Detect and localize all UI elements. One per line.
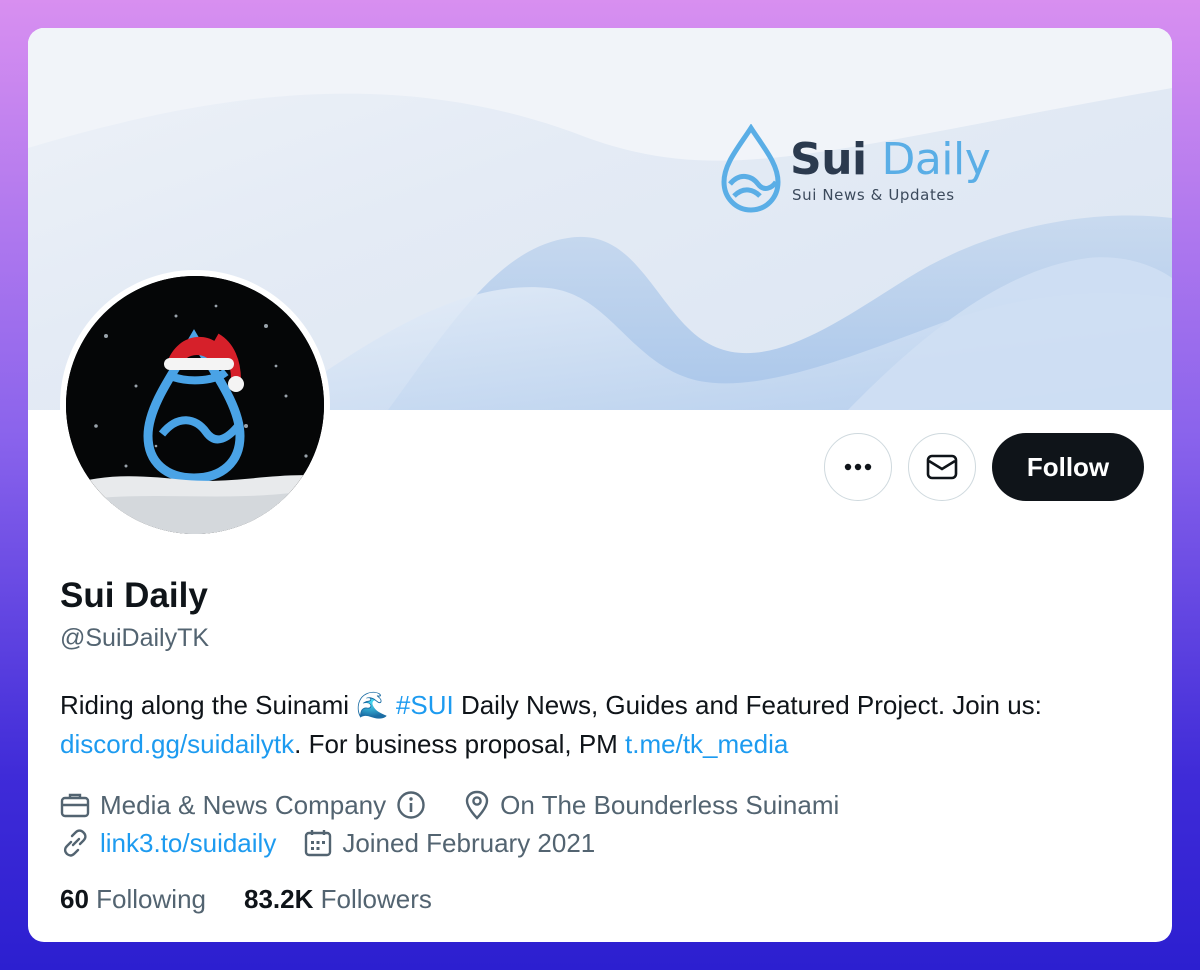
profile-meta: Media & News Company On The Bounderless …: [60, 786, 867, 862]
followers-label: Followers: [320, 884, 432, 914]
profile-name: Sui Daily: [60, 576, 208, 615]
profile-join-date: Joined February 2021: [304, 828, 595, 859]
envelope-icon: [926, 454, 958, 480]
follow-button[interactable]: Follow: [992, 433, 1144, 501]
followers-count: 83.2K: [243, 884, 314, 914]
profile-location: On The Bounderless Suinami: [464, 790, 839, 821]
sui-drop-logo-icon: [721, 124, 781, 213]
website-link[interactable]: link3.to/suidaily: [100, 828, 276, 859]
bio-text: Daily News, Guides and Featured Project.…: [453, 690, 1042, 720]
location-pin-icon: [465, 790, 489, 820]
brand-title-word-1: Sui: [790, 134, 867, 185]
bio-hashtag-link[interactable]: #SUI: [396, 690, 454, 720]
profile-avatar[interactable]: [60, 270, 330, 540]
avatar-image: [66, 276, 324, 534]
profile-handle: @SuiDailyTK: [60, 624, 210, 652]
brand-title-word-2: Daily: [881, 134, 991, 185]
profile-stats: 60 Following 83.2K Followers: [60, 884, 432, 915]
profile-website[interactable]: link3.to/suidaily: [60, 828, 276, 859]
category-label: Media & News Company: [100, 789, 387, 820]
profile-card: Sui Daily Sui News & Updates Follow Sui …: [28, 28, 1172, 942]
following-count: 60: [60, 884, 89, 914]
calendar-icon: [305, 830, 332, 857]
more-horizontal-icon: [844, 463, 872, 471]
profile-bio: Riding along the Suinami 🌊 #SUI Daily Ne…: [60, 686, 1150, 764]
following-stat[interactable]: 60 Following: [60, 884, 206, 915]
following-label: Following: [96, 884, 206, 914]
bio-discord-link[interactable]: discord.gg/suidailytk: [60, 729, 294, 759]
bio-telegram-link[interactable]: t.me/tk_media: [625, 729, 788, 759]
bio-text: . For business proposal, PM: [294, 729, 626, 759]
profile-actions: Follow: [824, 433, 1144, 501]
message-button[interactable]: [908, 433, 976, 501]
banner-brand-title: Sui Daily: [790, 134, 991, 185]
joined-label: Joined February 2021: [342, 827, 596, 858]
location-label: On The Bounderless Suinami: [500, 789, 840, 820]
info-icon[interactable]: [396, 790, 426, 820]
profile-category: Media & News Company: [60, 790, 436, 821]
bio-text: Riding along the Suinami: [60, 690, 357, 720]
link-icon: [63, 829, 87, 857]
briefcase-icon: [60, 793, 90, 818]
banner-brand-logo: Sui Daily Sui News & Updates: [718, 124, 1018, 214]
banner-brand-subtitle: Sui News & Updates: [792, 186, 955, 204]
more-options-button[interactable]: [824, 433, 892, 501]
wave-emoji-icon: 🌊: [356, 690, 389, 720]
followers-stat[interactable]: 83.2K Followers: [244, 884, 432, 915]
